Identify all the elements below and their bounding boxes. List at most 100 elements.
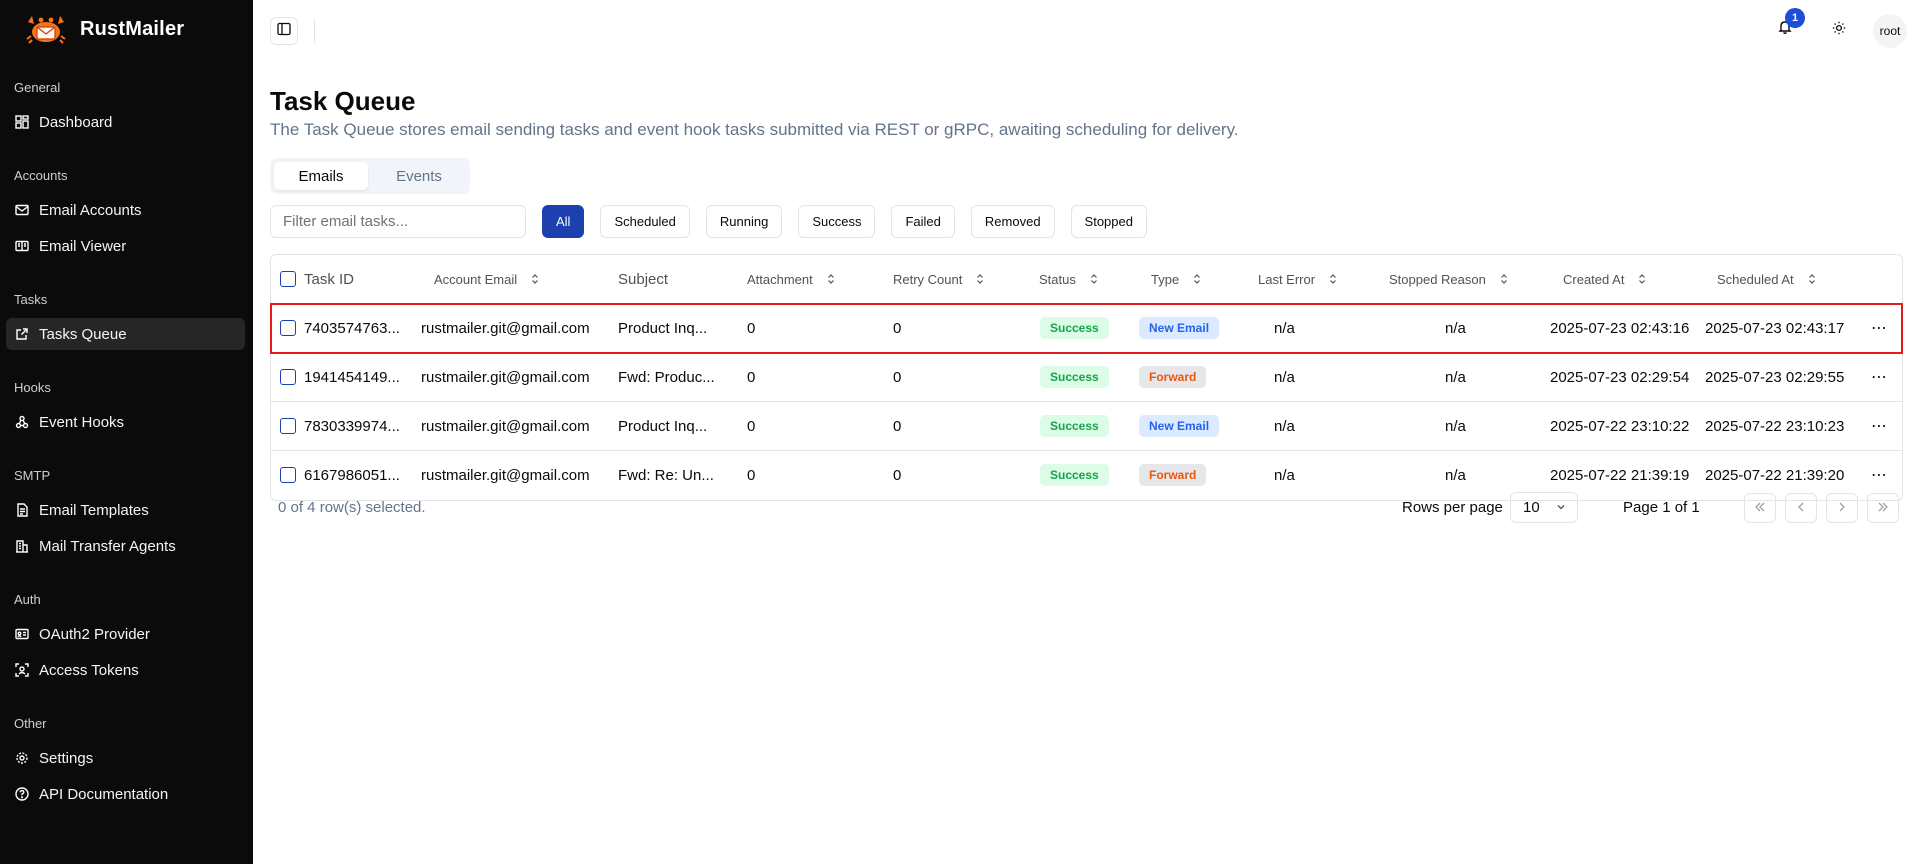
chevron-left-icon [1797, 499, 1805, 517]
tab-emails[interactable]: Emails [274, 162, 368, 190]
status-badge: Success [1040, 464, 1109, 486]
sidebar-item-tasks-queue[interactable]: Tasks Queue [6, 318, 245, 350]
table-row[interactable]: 7403574763... rustmailer.git@gmail.com P… [270, 303, 1903, 354]
last-error-cell: n/a [1274, 417, 1295, 435]
attachment-cell: 0 [747, 319, 756, 337]
sidebar-item-access-tokens[interactable]: Access Tokens [6, 654, 245, 686]
row-actions-button[interactable]: ⋯ [1871, 304, 1888, 352]
select-all-cell [280, 255, 296, 303]
next-page-button[interactable] [1826, 493, 1858, 523]
table-row[interactable]: 7830339974... rustmailer.git@gmail.com P… [271, 402, 1902, 451]
filter-removed-button[interactable]: Removed [970, 205, 1055, 238]
sidebar-item-email-accounts[interactable]: Email Accounts [6, 194, 245, 226]
toolbar-divider [314, 19, 315, 43]
nav-group-label: General [14, 80, 61, 95]
column-header-created-at[interactable]: Created At [1563, 255, 1646, 303]
column-header-attachment[interactable]: Attachment [747, 255, 835, 303]
rows-per-page-select[interactable]: 10 [1510, 492, 1578, 523]
account-email-cell: rustmailer.git@gmail.com [421, 417, 590, 435]
column-header-status[interactable]: Status [1039, 255, 1098, 303]
row-checkbox[interactable] [280, 369, 296, 385]
sidebar-item-mail-transfer-agents[interactable]: Mail Transfer Agents [6, 530, 245, 562]
id-card-icon [15, 627, 29, 641]
sidebar-item-label: OAuth2 Provider [39, 625, 150, 643]
sort-icon [1638, 274, 1646, 284]
task-id-cell: 7403574763... [304, 319, 400, 337]
filter-tasks-input[interactable] [270, 205, 526, 238]
sidebar-item-email-viewer[interactable]: Email Viewer [6, 230, 245, 262]
sidebar-item-label: Access Tokens [39, 661, 139, 679]
user-avatar[interactable]: root [1873, 14, 1907, 48]
task-id-cell: 1941454149... [304, 368, 400, 386]
created-at-cell: 2025-07-23 02:29:54 [1550, 368, 1690, 386]
table-row[interactable]: 6167986051... rustmailer.git@gmail.com F… [271, 451, 1902, 500]
column-header-label: Status [1039, 271, 1076, 287]
sidebar: RustMailer General Dashboard Accounts Em… [0, 0, 253, 864]
status-cell: Success [1040, 402, 1109, 450]
column-header-last-error[interactable]: Last Error [1258, 255, 1337, 303]
webhook-icon [15, 415, 29, 429]
filter-scheduled-button[interactable]: Scheduled [600, 205, 690, 238]
column-header-label: Scheduled At [1717, 271, 1794, 287]
filter-success-button[interactable]: Success [798, 205, 876, 238]
row-checkbox[interactable] [280, 418, 296, 434]
stopped-reason-cell: n/a [1445, 319, 1466, 337]
brand[interactable]: RustMailer [26, 12, 184, 46]
row-select-cell [280, 402, 296, 450]
previous-page-button[interactable] [1785, 493, 1817, 523]
select-all-checkbox[interactable] [280, 271, 296, 287]
theme-toggle-button[interactable] [1828, 19, 1850, 41]
scheduled-at-cell: 2025-07-23 02:43:17 [1705, 319, 1845, 337]
sidebar-item-api-documentation[interactable]: API Documentation [6, 778, 245, 810]
scheduled-at-cell: 2025-07-22 21:39:20 [1705, 466, 1845, 484]
column-header-label: Type [1151, 271, 1180, 287]
table-row[interactable]: 1941454149... rustmailer.git@gmail.com F… [271, 353, 1902, 402]
sidebar-item-label: Event Hooks [39, 413, 125, 431]
first-page-button[interactable] [1744, 493, 1776, 523]
nav-group-tasks: Tasks Tasks Queue [0, 290, 253, 350]
sidebar-item-oauth2-provider[interactable]: OAuth2 Provider [6, 618, 245, 650]
chevron-down-icon [1556, 499, 1566, 516]
crab-mail-logo [26, 12, 66, 46]
column-header-scheduled-at[interactable]: Scheduled At [1717, 255, 1816, 303]
sidebar-toggle-button[interactable] [270, 17, 298, 45]
row-actions-button[interactable]: ⋯ [1871, 451, 1888, 499]
row-actions-button[interactable]: ⋯ [1871, 402, 1888, 450]
column-header-retry-count[interactable]: Retry Count [893, 255, 984, 303]
stopped-reason-cell: n/a [1445, 368, 1466, 386]
filter-running-button[interactable]: Running [705, 205, 783, 238]
column-header-stopped-reason[interactable]: Stopped Reason [1389, 255, 1508, 303]
nav-group-label: Hooks [14, 380, 51, 395]
row-actions-button[interactable]: ⋯ [1871, 353, 1888, 401]
column-header-label: Stopped Reason [1389, 271, 1486, 287]
sidebar-item-label: Tasks Queue [39, 325, 127, 343]
filter-stopped-button[interactable]: Stopped [1070, 205, 1147, 238]
type-badge: Forward [1139, 366, 1207, 388]
sidebar-item-label: Email Templates [39, 501, 149, 519]
type-badge: New Email [1139, 317, 1220, 339]
sidebar-item-email-templates[interactable]: Email Templates [6, 494, 245, 526]
sidebar-item-label: Dashboard [39, 113, 113, 131]
column-header-account-email[interactable]: Account Email [434, 255, 539, 303]
column-header-type[interactable]: Type [1151, 255, 1201, 303]
sidebar-item-label: Email Viewer [39, 237, 127, 255]
status-badge: Success [1040, 317, 1109, 339]
sort-icon [1808, 274, 1816, 284]
last-page-button[interactable] [1867, 493, 1899, 523]
last-error-cell: n/a [1274, 368, 1295, 386]
sidebar-item-settings[interactable]: Settings [6, 742, 245, 774]
type-badge: New Email [1139, 415, 1220, 437]
status-filter-chips: All Scheduled Running Success Failed Rem… [542, 205, 1147, 238]
sidebar-item-dashboard[interactable]: Dashboard [6, 106, 245, 138]
stopped-reason-cell: n/a [1445, 417, 1466, 435]
row-checkbox[interactable] [280, 467, 296, 483]
sidebar-item-event-hooks[interactable]: Event Hooks [6, 406, 245, 438]
tab-events[interactable]: Events [372, 162, 466, 190]
filter-failed-button[interactable]: Failed [891, 205, 955, 238]
nav-group-label: Accounts [14, 168, 68, 183]
row-checkbox[interactable] [280, 320, 296, 336]
filter-all-button[interactable]: All [542, 205, 585, 238]
type-cell: New Email [1139, 304, 1220, 352]
sidebar-item-label: Mail Transfer Agents [39, 537, 176, 555]
column-header-label: Created At [1563, 271, 1625, 287]
